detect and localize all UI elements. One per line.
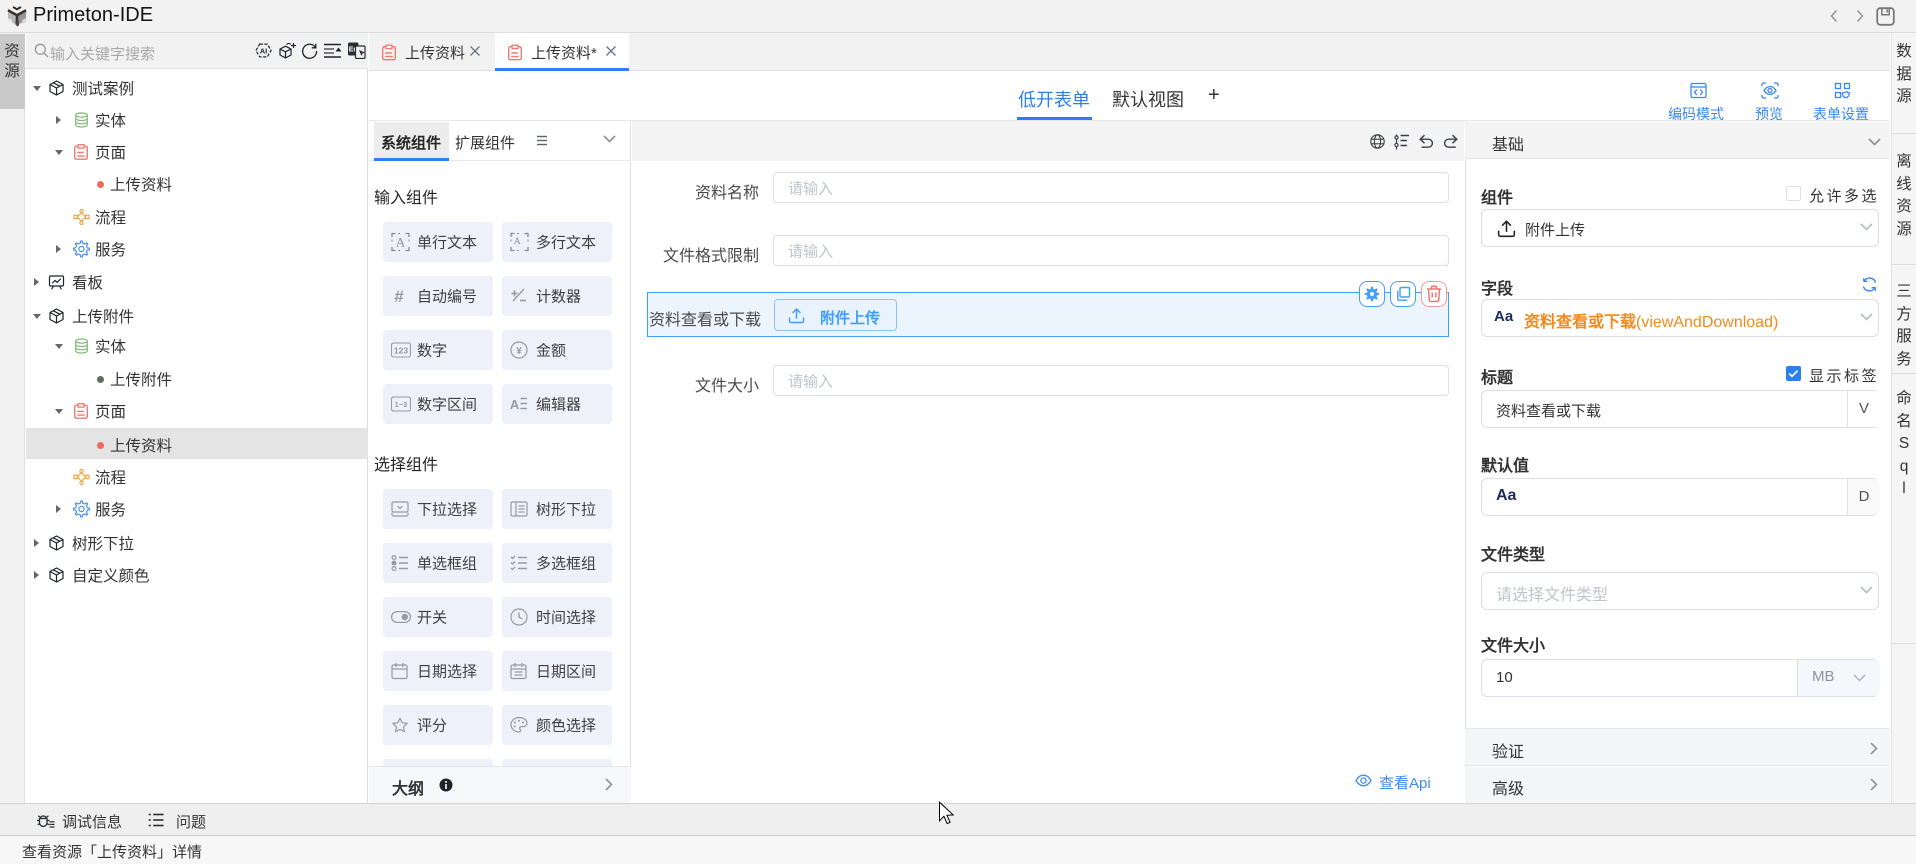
svg-text:123: 123: [394, 346, 408, 356]
svg-text:A: A: [514, 237, 521, 247]
svg-text:1~3: 1~3: [395, 400, 408, 409]
svg-text:#: #: [394, 288, 404, 304]
svg-text:¥: ¥: [516, 346, 522, 357]
svg-text:A: A: [396, 235, 406, 250]
svg-text:AI: AI: [260, 46, 268, 55]
svg-text:A: A: [510, 397, 520, 412]
